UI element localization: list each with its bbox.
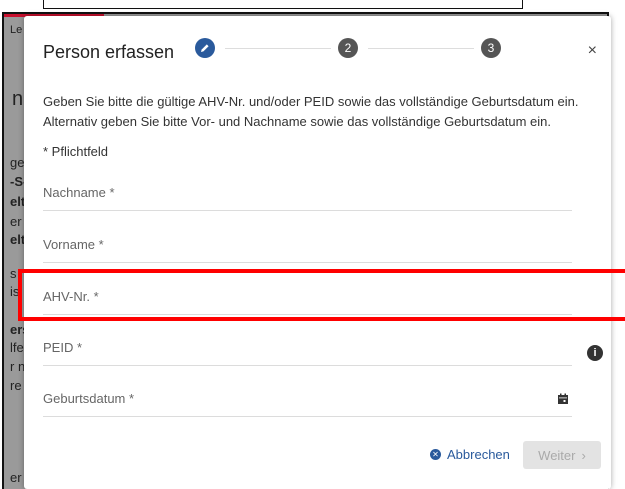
background-text: er bbox=[10, 470, 22, 485]
step-connector bbox=[225, 48, 331, 49]
vorname-label: Vorname * bbox=[43, 237, 104, 252]
background-text: re bbox=[10, 378, 22, 393]
description-line: Alternativ geben Sie bitte Vor- und Nach… bbox=[43, 114, 552, 129]
cancel-x-icon: ✕ bbox=[430, 449, 441, 460]
step-3: 3 bbox=[481, 38, 501, 58]
background-text: r n bbox=[10, 359, 26, 374]
peid-field[interactable]: PEID * bbox=[43, 327, 572, 366]
background-text: er bbox=[10, 214, 22, 229]
calendar-icon[interactable] bbox=[557, 393, 569, 405]
info-icon[interactable]: i bbox=[587, 345, 603, 361]
vorname-field[interactable]: Vorname * bbox=[43, 224, 572, 263]
geburtsdatum-label: Geburtsdatum * bbox=[43, 391, 135, 406]
description-line: Geben Sie bitte die gültige AHV-Nr. und/… bbox=[43, 94, 579, 109]
background-text: elt bbox=[10, 194, 26, 209]
background-text: Le bbox=[10, 24, 23, 36]
dialog-description: Geben Sie bitte die gültige AHV-Nr. und/… bbox=[43, 92, 603, 132]
close-icon[interactable]: × bbox=[588, 42, 597, 60]
highlight-box bbox=[18, 269, 625, 321]
step-connector bbox=[368, 48, 474, 49]
background-text: elt bbox=[10, 232, 26, 247]
nachname-field[interactable]: Nachname * bbox=[43, 172, 572, 211]
background-text: s bbox=[10, 266, 17, 281]
background-text: lfe bbox=[10, 340, 24, 355]
background-text: ge bbox=[10, 155, 25, 170]
cancel-label: Abbrechen bbox=[447, 447, 510, 462]
cancel-button[interactable]: ✕ Abbrechen bbox=[430, 447, 510, 462]
next-button[interactable]: Weiter › bbox=[523, 441, 601, 469]
chevron-right-icon: › bbox=[581, 447, 586, 463]
nachname-label: Nachname * bbox=[43, 185, 115, 200]
step-2: 2 bbox=[338, 38, 358, 58]
step-1-current bbox=[195, 38, 215, 58]
geburtsdatum-field[interactable]: Geburtsdatum * bbox=[43, 378, 572, 417]
person-dialog: Person erfassen 2 3 × Geben Sie bitte di… bbox=[24, 16, 611, 489]
next-label: Weiter bbox=[538, 447, 576, 463]
top-outline-box bbox=[43, 0, 523, 9]
dialog-title: Person erfassen bbox=[43, 42, 175, 62]
background-text: n bbox=[12, 88, 24, 110]
peid-label: PEID * bbox=[43, 340, 83, 355]
required-note: * Pflichtfeld bbox=[43, 144, 109, 159]
pencil-icon bbox=[201, 44, 209, 52]
